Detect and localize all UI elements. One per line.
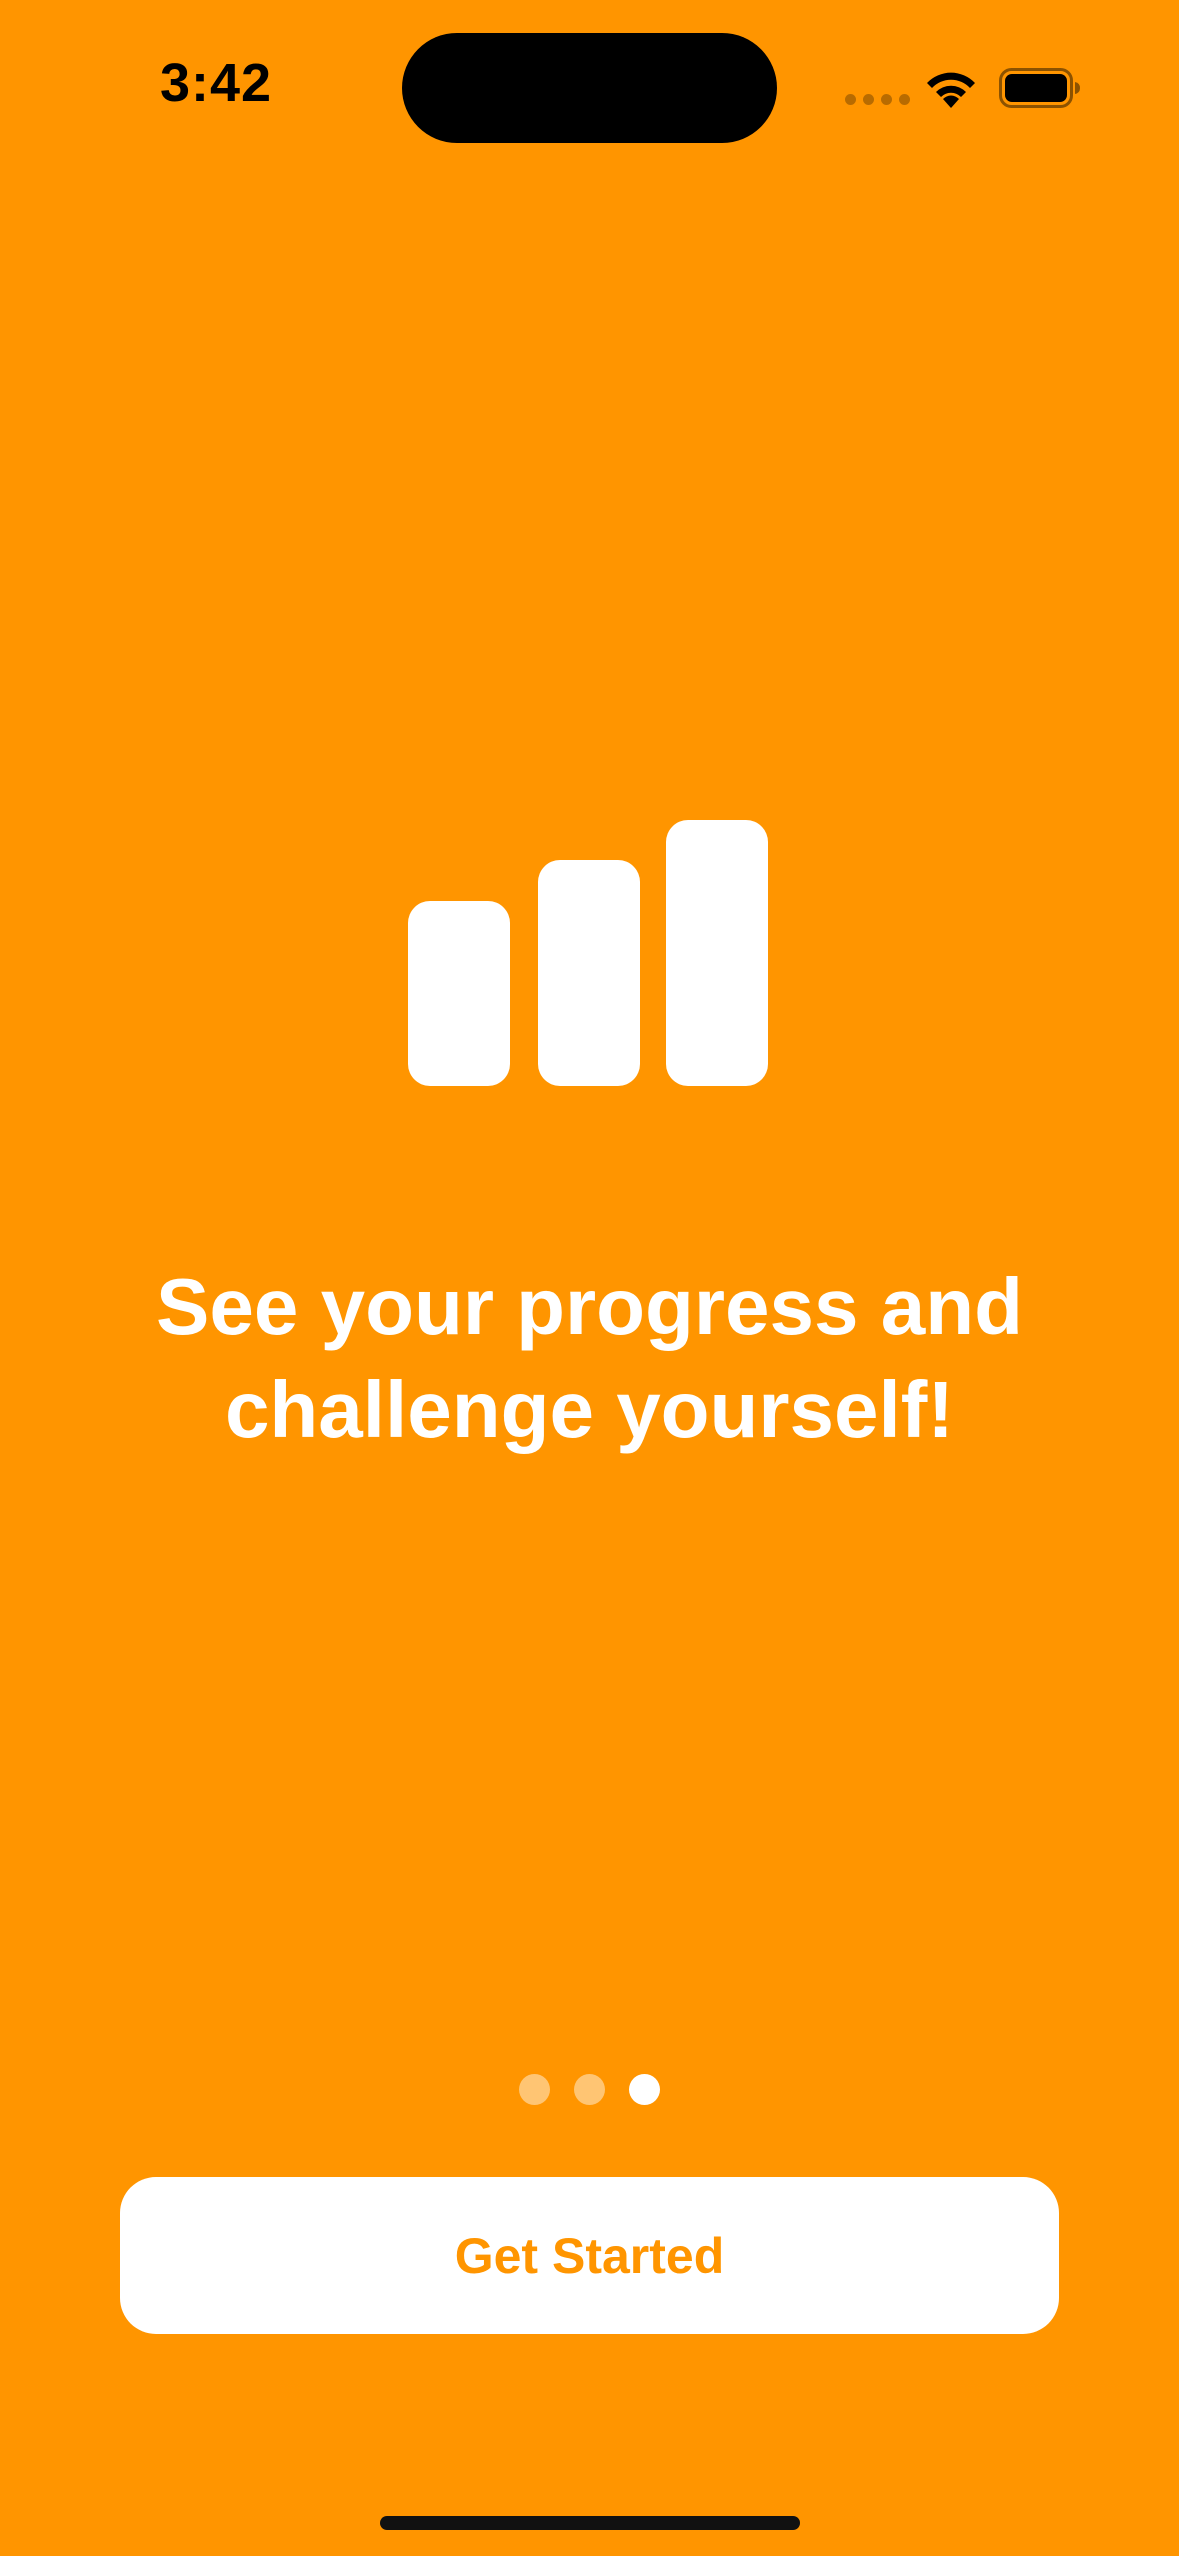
chart-bar-medium <box>538 860 640 1086</box>
page-dot-1[interactable] <box>519 2074 550 2105</box>
get-started-button[interactable]: Get Started <box>120 2177 1059 2334</box>
status-time: 3:42 <box>160 53 273 113</box>
chart-bar-icon <box>408 816 770 1086</box>
home-indicator[interactable] <box>380 2516 800 2530</box>
page-indicator[interactable] <box>519 2074 660 2105</box>
wifi-icon <box>927 72 975 108</box>
onboarding-screen: 3:42 See your progress and challenge you… <box>0 0 1179 2556</box>
page-dot-2[interactable] <box>574 2074 605 2105</box>
page-dot-3[interactable] <box>629 2074 660 2105</box>
chart-bar-tall <box>666 820 768 1086</box>
onboarding-headline: See your progress and challenge yourself… <box>156 1262 1023 1454</box>
chart-bar-short <box>408 901 510 1086</box>
battery-icon <box>999 68 1080 108</box>
dynamic-island <box>402 33 777 143</box>
cellular-dots-icon <box>845 94 910 105</box>
